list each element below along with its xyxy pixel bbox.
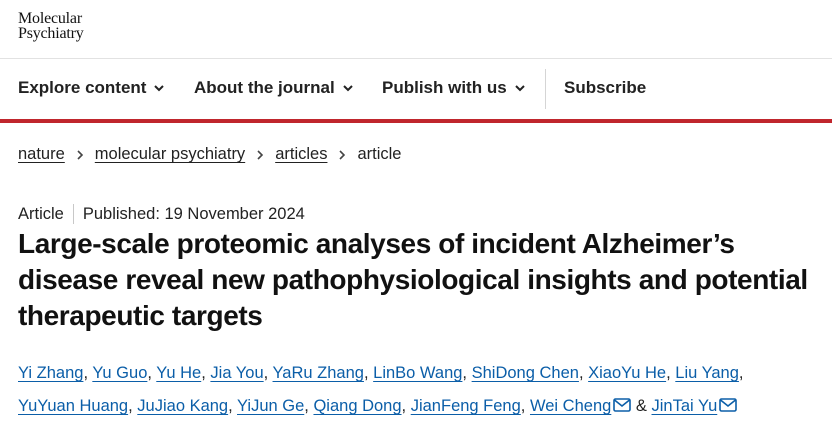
breadcrumb-articles[interactable]: articles — [275, 145, 327, 164]
site-header: Molecular Psychiatry — [0, 0, 832, 59]
author-separator: , — [363, 364, 369, 382]
author-list-row-1: Yi Zhang, Yu Guo, Yu He, Jia You, YaRu Z… — [18, 364, 818, 383]
author-list-row-2: YuYuan Huang, JuJiao Kang, YiJun Ge, Qia… — [18, 397, 818, 416]
author-link[interactable]: JianFeng Feng — [411, 397, 521, 415]
breadcrumb-current: article — [357, 145, 402, 163]
author-separator: , — [128, 397, 133, 415]
author-link[interactable]: Yu Guo — [92, 364, 147, 382]
author-link[interactable]: Yi Zhang — [18, 364, 83, 382]
nav-publish-with-us-label: Publish with us — [382, 78, 507, 97]
article-type: Article — [18, 204, 64, 223]
chevron-right-icon — [257, 149, 264, 160]
nav-about-journal[interactable]: About the journal — [194, 78, 354, 98]
logo-line-1: Molecular — [18, 10, 82, 27]
author-link[interactable]: Qiang Dong — [313, 397, 401, 415]
chevron-right-icon — [339, 149, 346, 160]
author-link[interactable]: Jia You — [210, 364, 263, 382]
author-link[interactable]: JuJiao Kang — [137, 397, 228, 415]
author-link[interactable]: Wei Cheng — [530, 397, 611, 415]
breadcrumb: nature molecular psychiatry articles art… — [18, 145, 401, 164]
author-separator: , — [83, 364, 89, 382]
logo-line-2: Psychiatry — [18, 25, 84, 42]
nav-subscribe-label: Subscribe — [564, 78, 647, 97]
author-ampersand: & — [635, 397, 647, 415]
author-separator: , — [738, 364, 744, 382]
nav-divider — [545, 69, 546, 109]
journal-logo[interactable]: Molecular Psychiatry — [18, 10, 84, 42]
email-icon[interactable] — [613, 398, 632, 412]
nav-subscribe[interactable]: Subscribe — [564, 78, 646, 98]
author-link[interactable]: YiJun Ge — [237, 397, 304, 415]
article-title: Large-scale proteomic analyses of incide… — [18, 228, 808, 331]
nav-explore-content[interactable]: Explore content — [18, 78, 165, 98]
author-link[interactable]: XiaoYu He — [588, 364, 666, 382]
breadcrumb-molecular-psychiatry[interactable]: molecular psychiatry — [95, 145, 245, 164]
breadcrumb-nature[interactable]: nature — [18, 145, 65, 164]
author-link[interactable]: JinTai Yu — [652, 397, 718, 415]
author-link[interactable]: Yu He — [156, 364, 201, 382]
author-separator: , — [201, 364, 206, 382]
chevron-down-icon — [154, 85, 165, 92]
chevron-right-icon — [77, 149, 83, 160]
author-separator: , — [578, 364, 584, 382]
author-link[interactable]: YuYuan Huang — [18, 397, 128, 415]
author-link[interactable]: Liu Yang — [675, 364, 739, 382]
nav-publish-with-us[interactable]: Publish with us — [382, 78, 526, 98]
email-icon[interactable] — [719, 398, 738, 412]
author-separator: , — [666, 364, 671, 382]
author-separator: , — [520, 397, 526, 415]
author-separator: , — [147, 364, 152, 382]
main-nav: Explore content About the journal Publis… — [0, 59, 832, 123]
author-separator: , — [228, 397, 233, 415]
author-link[interactable]: ShiDong Chen — [472, 364, 579, 382]
meta-divider — [72, 204, 74, 224]
published-date: Published: 19 November 2024 — [82, 204, 305, 223]
chevron-down-icon — [343, 85, 353, 92]
author-separator: , — [401, 397, 407, 415]
nav-explore-content-label: Explore content — [18, 78, 147, 97]
author-separator: , — [462, 364, 468, 382]
chevron-down-icon — [514, 85, 525, 92]
author-separator: , — [263, 364, 269, 382]
author-link[interactable]: LinBo Wang — [373, 364, 462, 382]
nav-about-journal-label: About the journal — [194, 78, 335, 97]
author-link[interactable]: YaRu Zhang — [273, 364, 364, 382]
article-meta: Article Published: 19 November 2024 — [18, 204, 305, 224]
author-separator: , — [304, 397, 309, 415]
